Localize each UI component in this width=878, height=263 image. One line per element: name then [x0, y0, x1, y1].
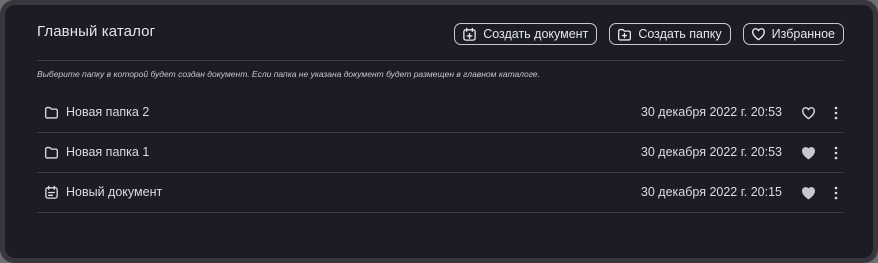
item-date: 30 декабря 2022 г. 20:53: [640, 145, 782, 159]
document-icon: [44, 185, 59, 200]
folder-plus-icon: [617, 27, 632, 42]
toolbar: Создать документ Создать папку Избранное: [454, 23, 844, 45]
window-frame: Главный каталог Создать документ Создать…: [0, 0, 878, 263]
favorites-button[interactable]: Избранное: [742, 23, 844, 45]
page-title: Главный каталог: [37, 23, 156, 40]
header-divider: [37, 60, 844, 61]
catalog-panel: Главный каталог Создать документ Создать…: [5, 5, 873, 258]
item-date: 30 декабря 2022 г. 20:15: [640, 185, 782, 199]
item-name: Новый документ: [66, 185, 163, 199]
list-item[interactable]: Новая папка 1 30 декабря 2022 г. 20:53: [37, 133, 844, 173]
more-options-icon[interactable]: [831, 145, 841, 161]
create-folder-label: Создать папку: [638, 27, 722, 41]
heart-filled-icon[interactable]: [801, 186, 816, 200]
calendar-plus-icon: [462, 27, 477, 42]
create-document-button[interactable]: Создать документ: [454, 23, 598, 45]
create-document-label: Создать документ: [483, 27, 589, 41]
more-options-icon[interactable]: [831, 105, 841, 121]
hint-text: Выберите папку в которой будет создан до…: [37, 69, 540, 79]
favorites-label: Избранное: [771, 27, 835, 41]
item-name: Новая папка 2: [66, 105, 150, 119]
item-name: Новая папка 1: [66, 145, 150, 159]
folder-icon: [44, 145, 59, 160]
catalog-list: Новая папка 2 30 декабря 2022 г. 20:53 Н…: [37, 93, 844, 213]
item-date: 30 декабря 2022 г. 20:53: [640, 105, 782, 119]
more-options-icon[interactable]: [831, 185, 841, 201]
heart-icon: [751, 27, 766, 41]
folder-icon: [44, 105, 59, 120]
heart-icon[interactable]: [801, 106, 816, 120]
list-item[interactable]: Новая папка 2 30 декабря 2022 г. 20:53: [37, 93, 844, 133]
create-folder-button[interactable]: Создать папку: [609, 23, 731, 45]
heart-filled-icon[interactable]: [801, 146, 816, 160]
list-item[interactable]: Новый документ 30 декабря 2022 г. 20:15: [37, 173, 844, 213]
